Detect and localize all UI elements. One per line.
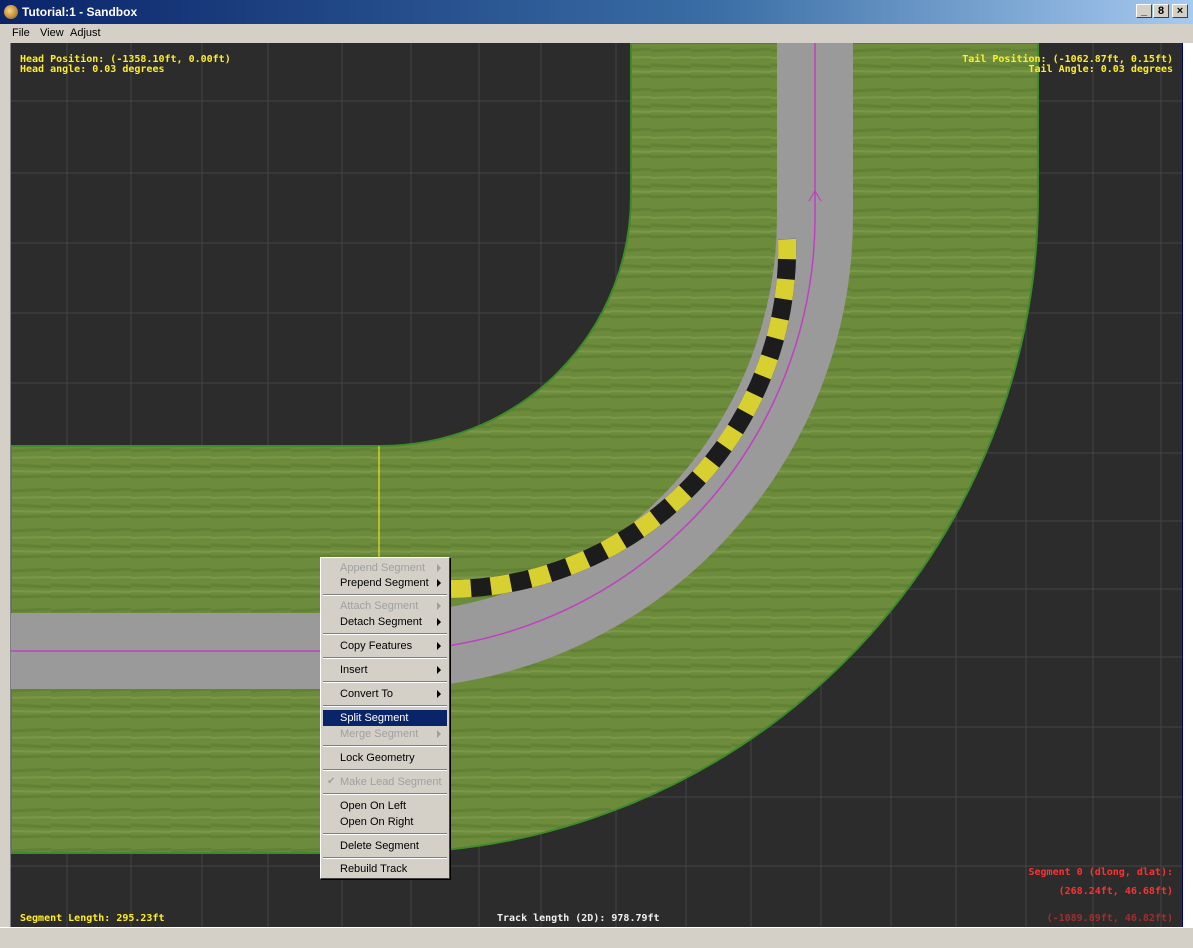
title-bar: Tutorial:1 - Sandbox _ 8 × <box>0 0 1193 24</box>
menu-item-prepend-segment[interactable]: Prepend Segment <box>323 575 447 591</box>
app-icon <box>4 5 18 19</box>
track-viewport[interactable]: Head Position: (-1358.10ft, 0.00ft) Head… <box>10 43 1183 927</box>
menu-item-label: Prepend Segment <box>340 577 429 589</box>
menu-view[interactable]: View <box>40 27 64 39</box>
menu-item-label: Rebuild Track <box>340 863 408 875</box>
track-length-readout: Track length (2D): 978.79ft <box>497 913 660 924</box>
submenu-arrow-icon <box>437 642 441 650</box>
submenu-arrow-icon <box>437 666 441 674</box>
menu-separator <box>323 657 447 659</box>
menu-item-label: Open On Right <box>340 816 414 828</box>
menu-item-label: Make Lead Segment <box>340 776 442 788</box>
submenu-arrow-icon <box>437 602 441 610</box>
menu-separator <box>323 857 447 859</box>
right-edge-bar <box>1182 43 1193 927</box>
menu-item-rebuild-track[interactable]: Rebuild Track <box>323 861 447 877</box>
menu-separator <box>323 745 447 747</box>
menu-item-label: Insert <box>340 664 368 676</box>
track-canvas[interactable] <box>11 43 1183 927</box>
segment-offsets-readout: (268.24ft, 46.68ft) <box>1058 886 1173 897</box>
menu-item-copy-features[interactable]: Copy Features <box>323 638 447 654</box>
status-bar <box>0 927 1193 948</box>
grass-band <box>11 43 1039 854</box>
segment-length-readout: Segment Length: 295.23ft <box>20 913 165 924</box>
submenu-arrow-icon <box>437 730 441 738</box>
menu-separator <box>323 833 447 835</box>
menu-item-label: Detach Segment <box>340 616 422 628</box>
menu-separator <box>323 769 447 771</box>
close-button[interactable]: × <box>1172 4 1188 18</box>
menu-item-attach-segment: Attach Segment <box>323 598 447 614</box>
submenu-arrow-icon <box>437 690 441 698</box>
menu-item-label: Split Segment <box>340 712 409 724</box>
window-title: Tutorial:1 - Sandbox <box>22 5 138 19</box>
context-menu: Append Segment Prepend Segment Attach Se… <box>320 557 450 879</box>
menu-item-split-segment[interactable]: Split Segment <box>323 710 447 726</box>
menu-separator <box>323 681 447 683</box>
menu-separator <box>323 793 447 795</box>
minimize-button[interactable]: _ <box>1136 4 1152 18</box>
segment-info-label: Segment 0 (dlong, dlat): <box>1028 867 1174 878</box>
submenu-arrow-icon <box>437 618 441 626</box>
tail-angle-readout: Tail Angle: 0.03 degrees <box>1028 64 1174 75</box>
submenu-arrow-icon <box>437 564 441 572</box>
menu-item-label: Lock Geometry <box>340 752 415 764</box>
menu-item-label: Copy Features <box>340 640 413 652</box>
menu-item-open-on-right[interactable]: Open On Right <box>323 814 447 830</box>
menu-item-open-on-left[interactable]: Open On Left <box>323 798 447 814</box>
head-angle-readout: Head angle: 0.03 degrees <box>20 64 165 75</box>
menu-item-label: Delete Segment <box>340 840 419 852</box>
menu-item-delete-segment[interactable]: Delete Segment <box>323 838 447 854</box>
menu-item-merge-segment: Merge Segment <box>323 726 447 742</box>
menu-separator <box>323 594 447 596</box>
menu-bar: File View Adjust <box>0 24 1193 43</box>
menu-item-label: Attach Segment <box>340 600 419 612</box>
menu-adjust[interactable]: Adjust <box>70 27 101 39</box>
menu-item-label: Convert To <box>340 688 393 700</box>
menu-item-append-segment: Append Segment <box>323 560 447 576</box>
menu-item-insert[interactable]: Insert <box>323 662 447 678</box>
submenu-arrow-icon <box>437 579 441 587</box>
menu-item-lock-geometry[interactable]: Lock Geometry <box>323 750 447 766</box>
menu-item-label: Open On Left <box>340 800 407 812</box>
maximize-button[interactable]: 8 <box>1153 4 1169 18</box>
segment-coords-readout: (-1089.89ft, 46.82ft) <box>1046 913 1173 924</box>
menu-file[interactable]: File <box>12 27 30 39</box>
menu-item-label: Append Segment <box>340 562 426 574</box>
menu-item-make-lead-segment: ✔ Make Lead Segment <box>323 774 447 790</box>
menu-item-convert-to[interactable]: Convert To <box>323 686 447 702</box>
checkmark-icon: ✔ <box>327 776 336 787</box>
menu-separator <box>323 705 447 707</box>
menu-separator <box>323 633 447 635</box>
menu-item-detach-segment[interactable]: Detach Segment <box>323 614 447 630</box>
menu-item-label: Merge Segment <box>340 728 419 740</box>
